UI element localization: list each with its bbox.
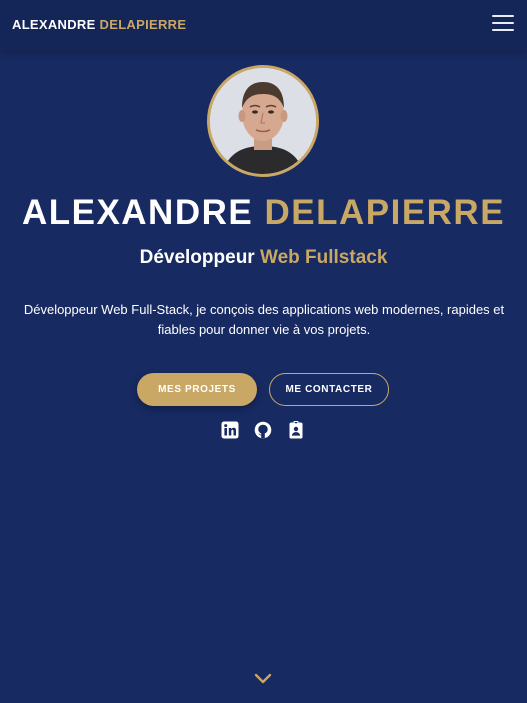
subtitle-accent: Web Fullstack bbox=[259, 247, 388, 268]
profile-avatar bbox=[207, 65, 319, 177]
brand-last-name: DELAPIERRE bbox=[99, 17, 187, 32]
brand-first-name: ALEXANDRE bbox=[12, 17, 96, 32]
contact-card-icon[interactable] bbox=[287, 421, 305, 439]
hero-subtitle: Développeur Web Fullstack bbox=[0, 247, 527, 269]
hero-first-name: ALEXANDRE bbox=[21, 193, 254, 232]
hamburger-menu-icon[interactable] bbox=[492, 15, 514, 33]
profile-photo bbox=[210, 68, 316, 174]
brand-logo[interactable]: ALEXANDRE DELAPIERRE bbox=[12, 17, 186, 32]
chevron-down-icon[interactable] bbox=[253, 672, 273, 686]
projects-button[interactable]: MES PROJETS bbox=[137, 373, 257, 406]
hero-description: Développeur Web Full-Stack, je conçois d… bbox=[23, 302, 505, 337]
linkedin-icon[interactable] bbox=[221, 421, 239, 439]
hero-name: ALEXANDRE DELAPIERRE bbox=[0, 193, 527, 233]
github-icon[interactable] bbox=[254, 421, 272, 439]
hero-last-name: DELAPIERRE bbox=[264, 193, 506, 232]
subtitle-role: Développeur bbox=[139, 247, 255, 268]
contact-button[interactable]: ME CONTACTER bbox=[269, 373, 389, 406]
navbar: ALEXANDRE DELAPIERRE bbox=[0, 0, 527, 50]
